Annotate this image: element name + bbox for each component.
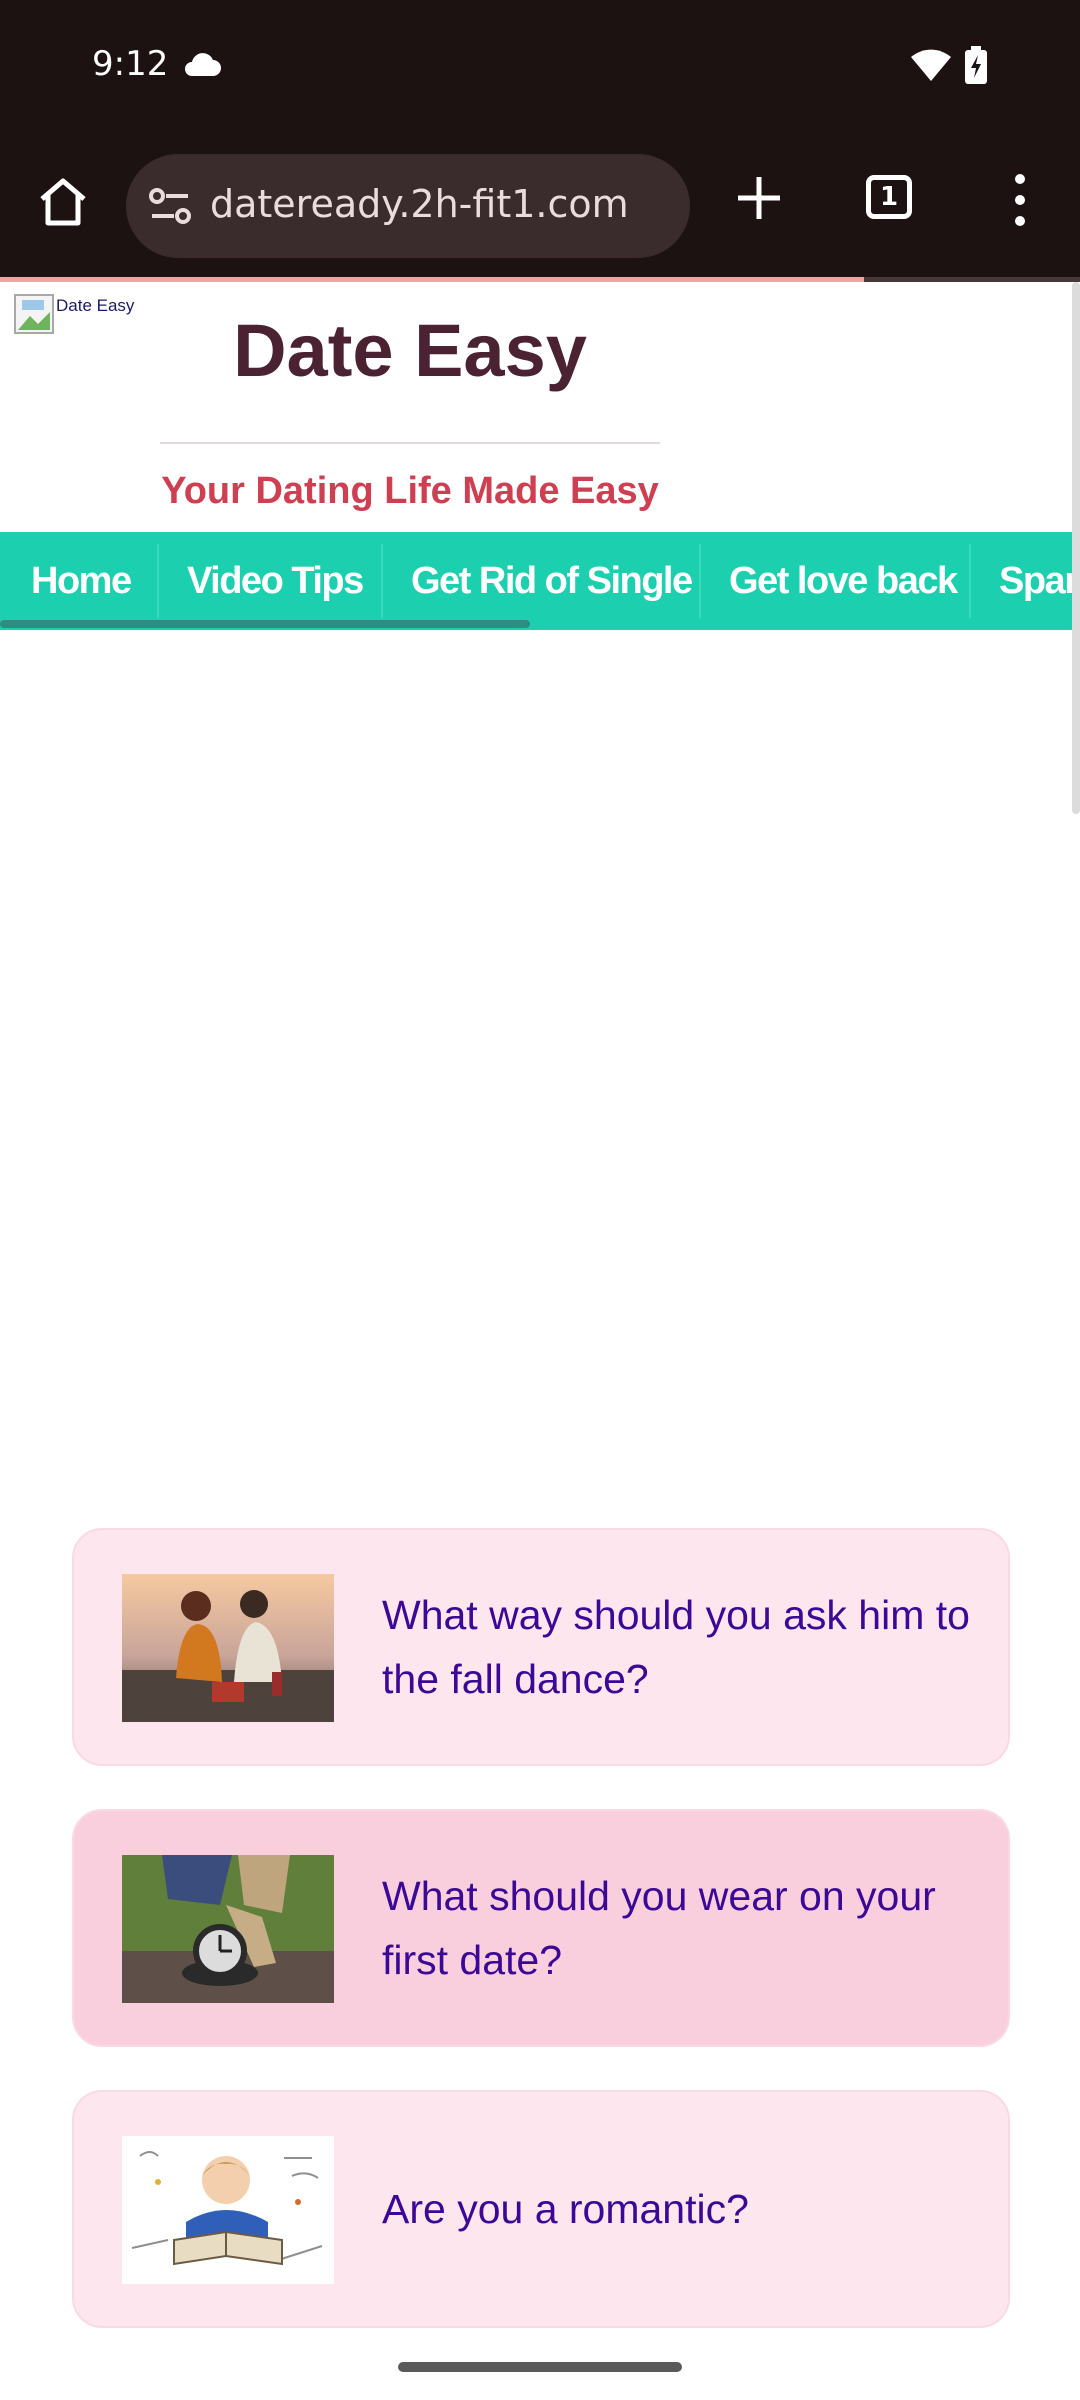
couple-picnic-thumbnail[interactable] (122, 1574, 334, 1722)
clock-on-ground-thumbnail[interactable] (122, 1855, 334, 2003)
title-divider (160, 442, 660, 444)
status-bar: 9:12 (0, 0, 1080, 135)
site-logo[interactable]: Date Easy (14, 294, 134, 334)
web-page: Date Easy Date Easy Your Dating Life Mad… (0, 282, 1080, 2400)
nav-item-get-love-back[interactable]: Get love back (729, 532, 958, 630)
nav-item-get-rid-of-single[interactable]: Get Rid of Single (411, 532, 693, 630)
boy-reading-book-thumbnail[interactable] (122, 2136, 334, 2284)
nav-scroll-indicator[interactable] (0, 620, 530, 628)
home-icon[interactable] (30, 169, 96, 235)
article-title-link[interactable]: Are you a romantic? (382, 2092, 1002, 2326)
battery-charging-icon (965, 46, 987, 84)
cloud-icon (185, 53, 221, 76)
page-scrollbar[interactable] (1072, 282, 1080, 814)
logo-alt-text: Date Easy (56, 296, 135, 315)
gesture-navigation-bar[interactable] (398, 2362, 682, 2372)
nav-divider (699, 544, 701, 618)
article-card[interactable]: Are you a romantic? (72, 2090, 1010, 2328)
wifi-icon (911, 49, 951, 81)
article-card[interactable]: What should you wear on your first date? (72, 1809, 1010, 2047)
nav-divider (381, 544, 383, 618)
site-title[interactable]: Date Easy (160, 308, 660, 393)
tab-switcher-icon[interactable]: 1 (858, 165, 924, 231)
more-vert-icon[interactable] (1000, 165, 1040, 235)
browser-toolbar: dateready.2h-fit1.com 1 (0, 135, 1080, 277)
article-card[interactable]: What way should you ask him to the fall … (72, 1528, 1010, 1766)
tab-count: 1 (866, 175, 912, 219)
article-title-link[interactable]: What way should you ask him to the fall … (382, 1530, 1002, 1764)
nav-divider (969, 544, 971, 618)
article-title-link[interactable]: What should you wear on your first date? (382, 1811, 1002, 2045)
address-bar[interactable]: dateready.2h-fit1.com (126, 154, 690, 258)
nav-item-home[interactable]: Home (31, 532, 132, 630)
status-time: 9:12 (92, 44, 169, 84)
nav-divider (157, 544, 159, 618)
site-info-icon[interactable] (148, 186, 192, 226)
url-text: dateready.2h-fit1.com (210, 182, 629, 226)
nav-item-video-tips[interactable]: Video Tips (187, 532, 364, 630)
nav-item-spark[interactable]: Spark (999, 532, 1080, 630)
main-nav: Home Video Tips Get Rid of Single Get lo… (0, 532, 1080, 630)
plus-icon[interactable] (726, 165, 792, 231)
site-tagline: Your Dating Life Made Easy (161, 470, 659, 512)
broken-image-icon (14, 294, 54, 334)
